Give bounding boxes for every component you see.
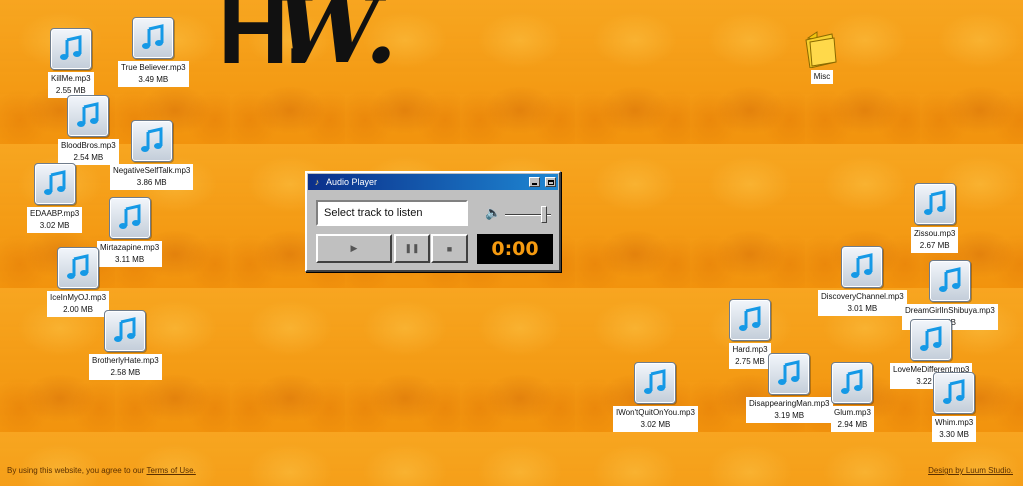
terms-text: By using this website, you agree to our	[7, 466, 147, 475]
file-name: DisappearingMan.mp3	[749, 399, 830, 408]
track-display: Select track to listen	[316, 200, 468, 226]
play-button[interactable]: ▶	[316, 234, 392, 263]
file-size: 3.19 MB	[774, 411, 805, 420]
volume-slider-thumb[interactable]	[541, 206, 548, 223]
file-size: 3.86 MB	[136, 178, 167, 187]
desktop-file[interactable]: Zissou.mp3 2.67 MB	[911, 183, 959, 253]
folder-name: Misc	[810, 70, 834, 84]
music-file-icon	[33, 163, 76, 205]
play-icon: ▶	[350, 243, 358, 253]
pause-icon: ❚❚	[404, 243, 420, 253]
folder-icon	[802, 28, 842, 69]
file-name: BrotherlyHate.mp3	[92, 356, 159, 365]
file-name: True Believer.mp3	[121, 63, 186, 72]
design-credit-link[interactable]: Design by Luum Studio.	[928, 466, 1013, 475]
music-file-icon	[831, 362, 874, 404]
file-name: Whim.mp3	[935, 418, 974, 427]
file-name: KillMe.mp3	[51, 74, 91, 83]
music-file-icon	[928, 260, 971, 302]
window-title: Audio Player	[326, 177, 378, 187]
desktop-file[interactable]: Glum.mp3 2.94 MB	[831, 362, 874, 432]
volume-control[interactable]: 🔈	[485, 203, 555, 225]
terms-of-use-link[interactable]: Terms of Use.	[147, 466, 196, 475]
file-size: 2.94 MB	[837, 420, 868, 429]
file-size: 3.30 MB	[939, 430, 970, 439]
time-display: 0:00	[477, 234, 553, 264]
music-file-icon	[841, 246, 884, 288]
desktop-file[interactable]: Whim.mp3 3.30 MB	[932, 372, 977, 442]
site-logo: H. W.	[218, 0, 428, 86]
file-name: BloodBros.mp3	[61, 141, 116, 150]
terms-notice: By using this website, you agree to our …	[7, 466, 196, 475]
pause-button[interactable]: ❚❚	[394, 234, 430, 263]
file-size: 2.58 MB	[110, 368, 141, 377]
file-size: 3.02 MB	[39, 221, 70, 230]
desktop-file[interactable]: NegativeSelfTalk.mp3 3.86 MB	[110, 120, 194, 190]
file-name: Zissou.mp3	[914, 229, 956, 238]
music-file-icon	[933, 372, 976, 414]
audio-player-icon: ♪	[314, 177, 320, 187]
minimize-icon	[532, 183, 537, 185]
music-file-icon	[913, 183, 956, 225]
misc-folder[interactable]: Misc	[802, 28, 842, 84]
music-file-icon	[729, 299, 771, 341]
minimize-button[interactable]	[529, 177, 540, 187]
file-name: EDAABP.mp3	[30, 209, 80, 218]
music-file-icon	[49, 28, 92, 70]
desktop-file[interactable]: IWon'tQuitOnYou.mp3 3.02 MB	[613, 362, 698, 432]
file-size: 3.49 MB	[138, 75, 169, 84]
file-size: 3.02 MB	[640, 420, 671, 429]
file-name: NegativeSelfTalk.mp3	[113, 166, 191, 175]
file-size: 3.01 MB	[847, 304, 878, 313]
maximize-icon	[547, 179, 554, 185]
title-bar[interactable]: ♪ Audio Player	[308, 174, 558, 190]
desktop-file[interactable]: DisappearingMan.mp3 3.19 MB	[746, 353, 833, 423]
music-file-icon	[130, 120, 173, 162]
music-file-icon	[67, 95, 110, 137]
music-file-icon	[768, 353, 811, 395]
file-name: Glum.mp3	[834, 408, 871, 417]
credit: Design by Luum Studio.	[928, 466, 1013, 475]
file-size: 2.67 MB	[919, 241, 950, 250]
music-file-icon	[57, 247, 99, 289]
music-file-icon	[108, 197, 151, 239]
audio-player-window[interactable]: ♪ Audio Player Select track to listen 🔈 …	[305, 171, 561, 272]
music-file-icon	[910, 319, 953, 361]
logo-letter-w: W.	[276, 0, 398, 84]
desktop-file[interactable]: BrotherlyHate.mp3 2.58 MB	[89, 310, 162, 380]
desktop-file[interactable]: KillMe.mp3 2.55 MB	[48, 28, 94, 98]
file-name: DreamGirlInShibuya.mp3	[905, 306, 995, 315]
speaker-icon: 🔈	[485, 205, 502, 220]
stop-button[interactable]: ■	[431, 234, 468, 263]
music-file-icon	[104, 310, 147, 352]
file-name: DiscoveryChannel.mp3	[821, 292, 904, 301]
desktop-file[interactable]: EDAABP.mp3 3.02 MB	[27, 163, 83, 233]
file-name: IceInMyOJ.mp3	[50, 293, 107, 302]
stop-icon: ■	[446, 243, 453, 254]
desktop-file[interactable]: True Believer.mp3 3.49 MB	[118, 17, 189, 87]
maximize-button[interactable]	[545, 177, 556, 187]
desktop-file[interactable]: IceInMyOJ.mp3 2.00 MB	[47, 247, 110, 317]
file-name: IWon'tQuitOnYou.mp3	[616, 408, 695, 417]
desktop-file[interactable]: DiscoveryChannel.mp3 3.01 MB	[818, 246, 907, 316]
music-file-icon	[634, 362, 677, 404]
music-file-icon	[132, 17, 175, 59]
